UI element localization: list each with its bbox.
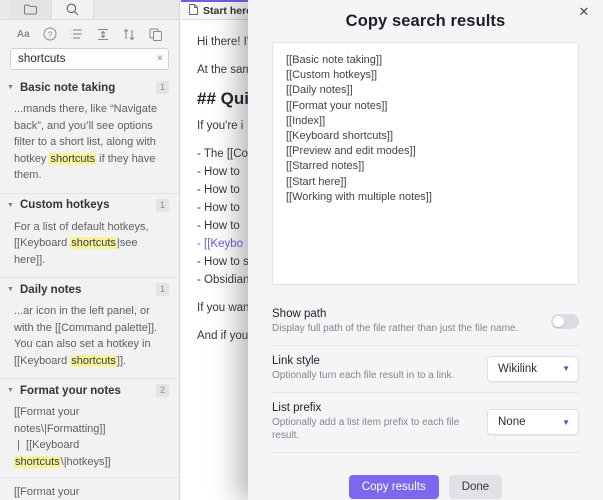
result-line: [[Preview and edit modes]] bbox=[286, 144, 565, 159]
close-icon[interactable]: ✕ bbox=[575, 3, 593, 21]
list-prefix-value: None bbox=[498, 416, 526, 428]
setting-label: Show path bbox=[272, 308, 541, 320]
setting-list-prefix: List prefix Optionally add a list item p… bbox=[272, 393, 579, 453]
result-line: [[Basic note taking]] bbox=[286, 53, 565, 68]
setting-description: Optionally add a list item prefix to eac… bbox=[272, 416, 477, 442]
setting-description: Optionally turn each file result in to a… bbox=[272, 369, 477, 382]
setting-label: List prefix bbox=[272, 402, 477, 414]
result-line: [[Index]] bbox=[286, 114, 565, 129]
result-line: [[Starred notes]] bbox=[286, 159, 565, 174]
setting-description: Display full path of the file rather tha… bbox=[272, 322, 541, 335]
setting-texts: Show path Display full path of the file … bbox=[272, 308, 541, 335]
setting-texts: List prefix Optionally add a list item p… bbox=[272, 402, 477, 442]
link-style-select[interactable]: Wikilink ▼ bbox=[487, 356, 579, 382]
result-line: [[Start here]] bbox=[286, 175, 565, 190]
chevron-down-icon: ▼ bbox=[562, 418, 570, 427]
done-button[interactable]: Done bbox=[449, 475, 503, 499]
modal-actions: Copy results Done bbox=[272, 475, 579, 499]
copy-search-results-modal: ✕ Copy search results [[Basic note takin… bbox=[248, 0, 603, 500]
result-line: [[Format your notes]] bbox=[286, 99, 565, 114]
result-line: [[Custom hotkeys]] bbox=[286, 68, 565, 83]
toggle-knob bbox=[553, 316, 564, 327]
result-line: [[Keyboard shortcuts]] bbox=[286, 129, 565, 144]
result-line: [[Working with multiple notes]] bbox=[286, 190, 565, 205]
copy-results-button[interactable]: Copy results bbox=[349, 475, 439, 499]
setting-label: Link style bbox=[272, 355, 477, 367]
setting-texts: Link style Optionally turn each file res… bbox=[272, 355, 477, 382]
result-line: [[Daily notes]] bbox=[286, 83, 565, 98]
show-path-toggle[interactable] bbox=[551, 314, 579, 329]
list-prefix-select[interactable]: None ▼ bbox=[487, 409, 579, 435]
setting-link-style: Link style Optionally turn each file res… bbox=[272, 346, 579, 393]
link-style-value: Wikilink bbox=[498, 363, 537, 375]
app-window: Start here Hi there! I'm At the same you… bbox=[0, 0, 603, 500]
setting-show-path: Show path Display full path of the file … bbox=[272, 299, 579, 346]
modal-title: Copy search results bbox=[248, 0, 603, 42]
modal-settings: Show path Display full path of the file … bbox=[248, 299, 603, 499]
results-preview-box[interactable]: [[Basic note taking]] [[Custom hotkeys]]… bbox=[272, 42, 579, 285]
chevron-down-icon: ▼ bbox=[562, 364, 570, 373]
